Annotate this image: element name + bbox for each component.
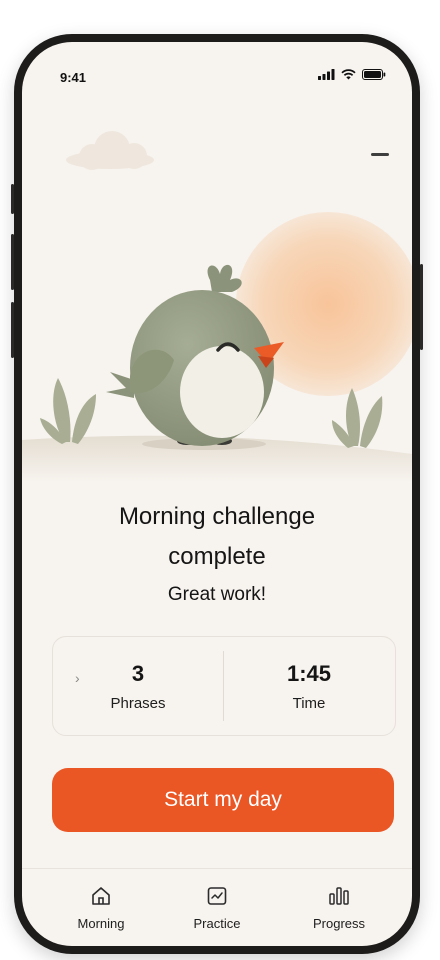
stat-phrases: 3 Phrases bbox=[53, 637, 223, 735]
volume-up-button bbox=[11, 234, 14, 290]
tab-progress-label: Progress bbox=[312, 916, 366, 931]
tab-practice-label: Practice bbox=[193, 916, 241, 931]
stat-phrases-label: Phrases bbox=[110, 695, 166, 712]
mute-switch bbox=[11, 184, 14, 214]
stats-card: › 3 Phrases 1:45 Time bbox=[52, 636, 396, 736]
power-button bbox=[420, 264, 423, 350]
volume-down-button bbox=[11, 302, 14, 358]
bar-chart-icon bbox=[329, 887, 349, 905]
cloud bbox=[66, 131, 154, 170]
morning-illustration bbox=[22, 131, 412, 482]
menu-icon[interactable] bbox=[371, 153, 389, 156]
phone-frame: 9:41 Morning challenge complete Great wo… bbox=[11, 34, 423, 954]
tab-morning[interactable]: Morning bbox=[46, 885, 156, 931]
stat-time: 1:45 Time bbox=[224, 637, 394, 735]
stat-phrases-value: 3 bbox=[131, 661, 145, 686]
stat-time-value: 1:45 bbox=[286, 661, 332, 686]
practice-card-icon bbox=[207, 887, 227, 905]
plant-right bbox=[332, 388, 383, 448]
tab-progress[interactable]: Progress bbox=[284, 885, 394, 931]
start-my-day-button[interactable]: Start my day bbox=[52, 768, 394, 832]
tab-bar: Morning Practice Progress bbox=[22, 868, 412, 946]
home-icon bbox=[92, 887, 110, 905]
challenge-subline: Great work! bbox=[167, 584, 267, 605]
stat-time-label: Time bbox=[292, 695, 326, 712]
plant-left bbox=[40, 378, 96, 444]
tab-practice[interactable]: Practice bbox=[162, 885, 272, 931]
challenge-headline: Morning challenge complete bbox=[118, 503, 316, 570]
tab-morning-label: Morning bbox=[77, 916, 125, 931]
app-screen: 9:41 Morning challenge complete Great wo… bbox=[22, 42, 412, 946]
